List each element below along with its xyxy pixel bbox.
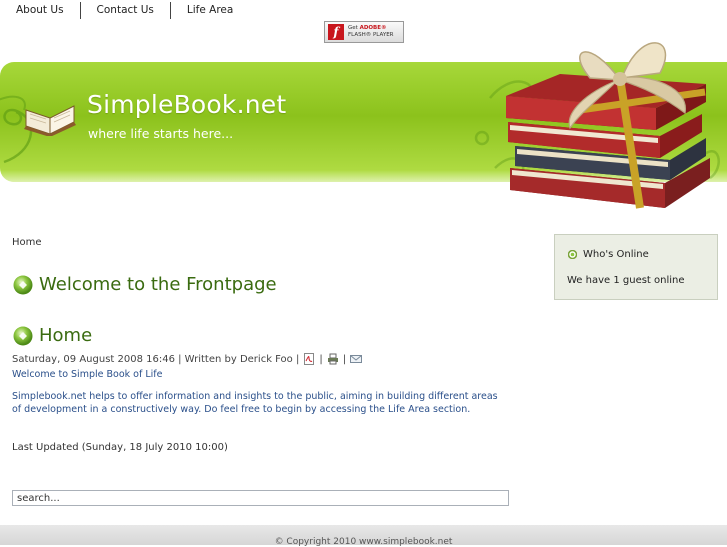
article-body: Simplebook.net helps to offer informatio… — [12, 391, 498, 415]
bullet-orb-icon — [13, 326, 33, 345]
site-title: SimpleBook.net — [87, 90, 287, 119]
whos-online-title-text: Who's Online — [583, 249, 649, 260]
article-meta: Saturday, 09 August 2008 16:46 | Written… — [12, 353, 363, 365]
bullet-orb-icon — [568, 250, 577, 259]
flash-logo-icon: f — [328, 24, 344, 40]
article-heading: Home — [13, 325, 92, 346]
gift-books-image — [474, 42, 720, 209]
open-book-icon — [24, 105, 76, 136]
breadcrumb: Home — [12, 237, 42, 248]
whos-online-module: Who's Online We have 1 guest online — [554, 234, 718, 300]
whos-online-text: We have 1 guest online — [567, 275, 685, 286]
nav-contact-us[interactable]: Contact Us — [81, 1, 171, 19]
flash-line1-prefix: Get — [348, 25, 360, 31]
footer-copyright: © Copyright 2010 www.simplebook.net — [274, 537, 453, 547]
article-title[interactable]: Home — [39, 325, 92, 346]
bullet-orb-icon — [13, 275, 33, 294]
frontpage-heading: Welcome to the Frontpage — [13, 274, 277, 295]
nav-about-us[interactable]: About Us — [0, 1, 81, 19]
meta-separator: | — [342, 353, 347, 365]
flash-line2: FLASH® PLAYER — [348, 32, 394, 38]
site-slogan: where life starts here... — [88, 126, 234, 141]
whos-online-title: Who's Online — [568, 249, 649, 260]
meta-separator: | — [319, 353, 323, 365]
top-nav: About Us Contact Us Life Area — [0, 0, 249, 20]
nav-life-area[interactable]: Life Area — [171, 2, 249, 19]
article-meta-text: Saturday, 09 August 2008 16:46 | Written… — [12, 353, 300, 365]
footer: © Copyright 2010 www.simplebook.net — [0, 525, 727, 547]
pdf-icon[interactable] — [303, 353, 315, 365]
frontpage-heading-text: Welcome to the Frontpage — [39, 274, 277, 295]
last-updated: Last Updated (Sunday, 18 July 2010 10:00… — [12, 442, 228, 453]
print-icon[interactable] — [327, 353, 339, 365]
article-intro: Welcome to Simple Book of Life — [12, 369, 163, 380]
search-input[interactable] — [12, 490, 509, 506]
flash-badge-text: Get ADOBE® FLASH® PLAYER — [348, 25, 394, 39]
email-icon[interactable] — [350, 353, 363, 365]
flash-line1-brand: ADOBE® — [359, 25, 387, 31]
get-flash-player-badge[interactable]: f Get ADOBE® FLASH® PLAYER — [324, 21, 404, 43]
